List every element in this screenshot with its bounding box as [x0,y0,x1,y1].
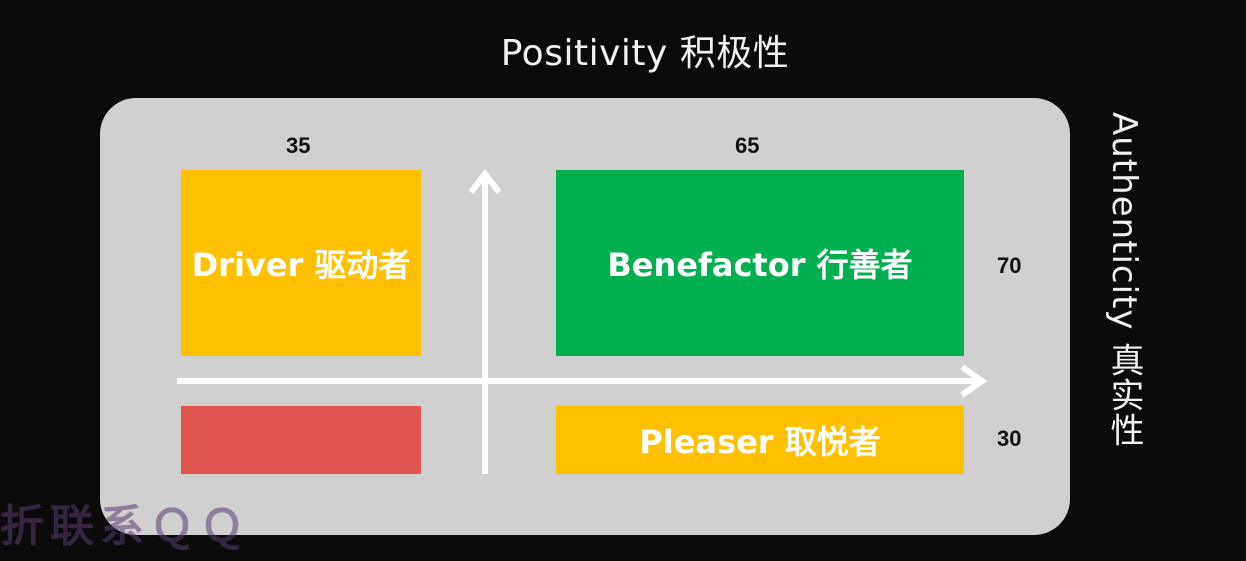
vertical-axis-arrow [468,169,502,474]
axes [177,169,988,474]
authenticity-title: Authenticity 真实性 [1104,112,1144,448]
watermark: 折联系ＱＱ [0,501,250,552]
horizontal-axis-arrow [177,364,988,398]
